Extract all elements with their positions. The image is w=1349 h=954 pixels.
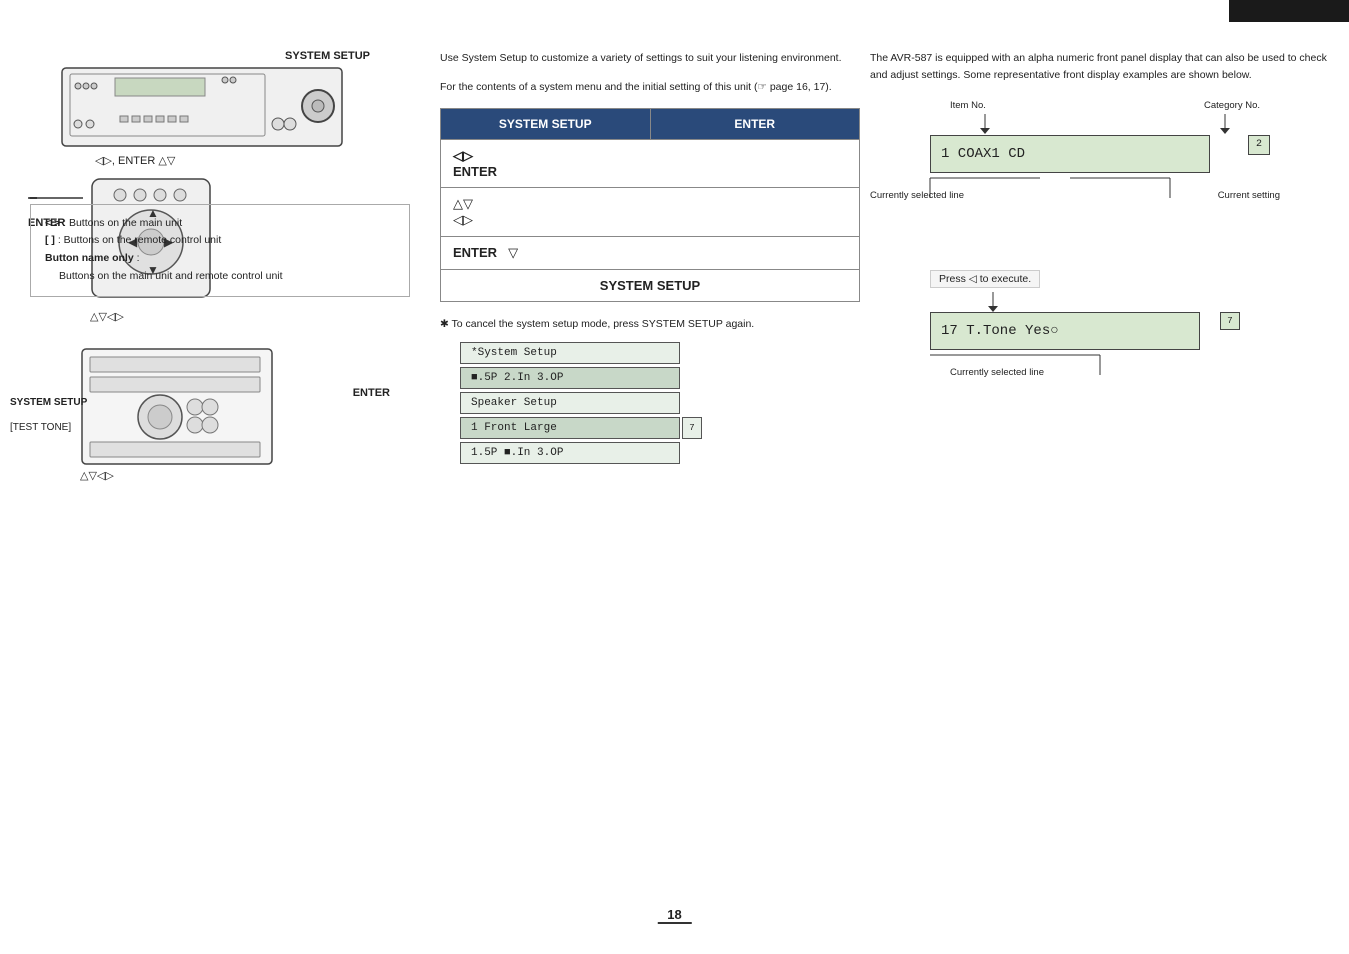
legend-text1: : Buttons on the main unit: [63, 217, 182, 229]
main-unit-system-setup-label: SYSTEM SETUP: [0, 50, 370, 62]
page-number: 18: [657, 907, 691, 924]
category-no-arrow: [1220, 114, 1230, 134]
legend-row3-detail: Buttons on the main unit and remote cont…: [45, 268, 395, 286]
intro-paragraph2: For the contents of a system menu and th…: [440, 79, 860, 96]
top-bar: [1229, 0, 1349, 22]
right-column: The AVR-587 is equipped with an alpha nu…: [870, 50, 1330, 400]
op-table-header-col2: ENTER: [650, 108, 860, 139]
legend-symbol2: [ ]: [45, 234, 55, 246]
lcd-screen-5: 1.5P ■.In 3.OP: [460, 442, 680, 464]
op-table-header-col1: SYSTEM SETUP: [441, 108, 651, 139]
center-column: Use System Setup to customize a variety …: [440, 50, 860, 467]
display-corner-2: 7: [1220, 312, 1240, 330]
lcd-text-5: 1.5P ■.In 3.OP: [471, 447, 563, 459]
op-table-row3: ENTER ▽: [441, 236, 860, 269]
display-box-2: 17 T.Tone Yes○: [930, 312, 1200, 350]
receiver-diagram: [80, 347, 280, 467]
lcd-screen-1: *System Setup: [460, 342, 680, 364]
display-text-1: 1 COAX1 CD: [941, 146, 1025, 162]
lcd-text-4: 1 Front Large: [471, 422, 557, 434]
receiver-system-setup-label: SYSTEM SETUP: [10, 397, 87, 408]
op-table-row1: ◁▷ ENTER: [441, 139, 860, 187]
category-number-box: 2: [1248, 135, 1270, 155]
receiver-arrows-label: △▽◁▷: [80, 469, 430, 482]
display-text-2: 17 T.Tone Yes○: [941, 323, 1059, 339]
lcd-screen-4-container: 1 Front Large 7: [460, 417, 680, 439]
op-row3-enter: ENTER: [453, 245, 497, 260]
currently-selected-line1-label: Currently selected line: [870, 190, 964, 201]
op-table-row2-cell: △▽ ◁▷: [441, 187, 860, 236]
lcd-corner-4: 7: [682, 417, 702, 439]
display-box-1: 1 COAX1 CD: [930, 135, 1210, 173]
op-row1-enter: ENTER: [453, 164, 847, 179]
legend-text2: : Buttons on the remote control unit: [58, 234, 221, 246]
legend-row3: Button name only :: [45, 250, 395, 268]
cancel-note: ✱ To cancel the system setup mode, press…: [440, 318, 860, 330]
receiver-test-tone-label: [TEST TONE]: [10, 422, 71, 433]
legend-row1: < > : Buttons on the main unit: [45, 215, 395, 233]
lcd-text-1: *System Setup: [471, 347, 557, 359]
legend-box: < > : Buttons on the main unit [ ] : But…: [30, 204, 410, 297]
lcd-screen-3: Speaker Setup: [460, 392, 680, 414]
lcd-screen-2: ■.5P 2.In 3.OP: [460, 367, 680, 389]
op-table-header: SYSTEM SETUP ENTER: [441, 108, 860, 139]
left-column: SYSTEM SETUP ◁▷, ENTER △▽ ENTER: [0, 50, 430, 477]
op-row2-arrows2: ◁▷: [453, 212, 847, 228]
press-arrow: [988, 292, 998, 312]
op-table-row4: SYSTEM SETUP: [441, 269, 860, 301]
legend-row3-label: Button name only: [45, 252, 134, 264]
current-setting-label: Current setting: [1218, 190, 1280, 201]
item-no-arrow: [980, 114, 990, 134]
op-table-row1-cell: ◁▷ ENTER: [441, 139, 860, 187]
legend-row3-text: :: [137, 252, 140, 264]
operation-table: SYSTEM SETUP ENTER ◁▷ ENTER △▽ ◁▷ ENTER …: [440, 108, 860, 302]
item-no-label: Item No.: [950, 100, 986, 111]
main-unit-arrows-label: ◁▷, ENTER △▽: [95, 154, 430, 167]
display-diagram-1: Item No. Category No. 1 COAX1 CD 2 Curre…: [870, 100, 1290, 260]
press-note: Press ◁ to execute.: [930, 270, 1040, 288]
main-unit-diagram: [60, 66, 360, 151]
op-table-row2: △▽ ◁▷: [441, 187, 860, 236]
op-row1-arrows: ◁▷: [453, 148, 847, 164]
receiver-enter-label: ENTER: [353, 387, 390, 399]
op-row2-arrows1: △▽: [453, 196, 847, 212]
lcd-screens-area: *System Setup ■.5P 2.In 3.OP Speaker Set…: [440, 342, 860, 464]
display-diagram-2: Press ◁ to execute. 17 T.Tone Yes○ 7 Cur…: [870, 270, 1290, 400]
op-table-row4-cell: SYSTEM SETUP: [441, 269, 860, 301]
lcd-screen-4: 1 Front Large: [460, 417, 680, 439]
legend-row2: [ ] : Buttons on the remote control unit: [45, 232, 395, 250]
op-table-row3-cell: ENTER ▽: [441, 236, 860, 269]
lcd-text-2: ■.5P 2.In 3.OP: [471, 372, 563, 384]
op-row3-arrow: ▽: [508, 245, 518, 260]
legend-symbol1: < >: [45, 217, 60, 229]
right-intro-text: The AVR-587 is equipped with an alpha nu…: [870, 50, 1330, 84]
page-number-area: 18: [657, 907, 691, 924]
category-no-label: Category No.: [1204, 100, 1260, 111]
lcd-text-3: Speaker Setup: [471, 397, 557, 409]
intro-paragraph1: Use System Setup to customize a variety …: [440, 50, 860, 67]
remote-arrows-label: △▽◁▷: [90, 310, 124, 323]
currently-selected-line2-label: Currently selected line: [950, 367, 1044, 378]
